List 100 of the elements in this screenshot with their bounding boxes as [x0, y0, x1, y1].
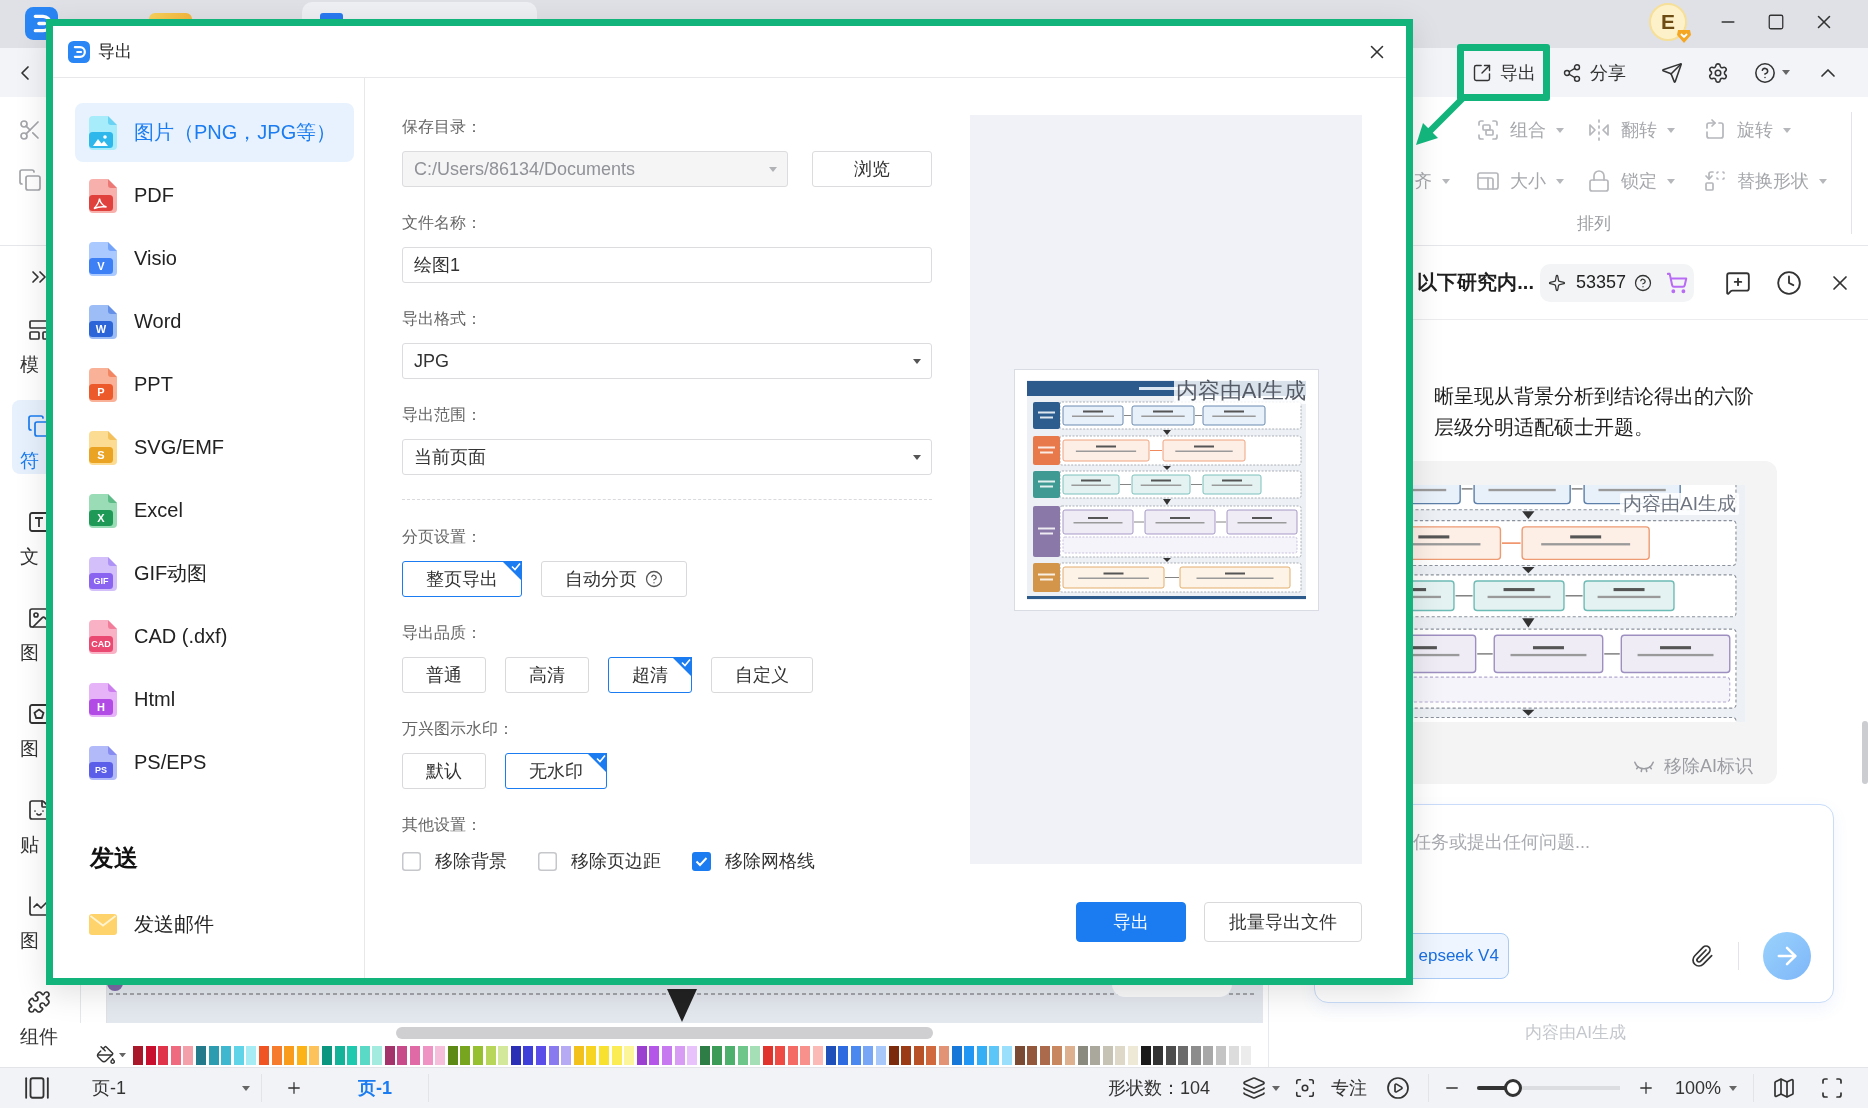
select-field[interactable]: JPG [402, 343, 932, 379]
color-swatch[interactable] [1052, 1045, 1063, 1065]
color-swatch[interactable] [1001, 1045, 1012, 1065]
color-swatch[interactable] [1203, 1045, 1214, 1065]
color-swatch[interactable] [964, 1045, 975, 1065]
color-swatch[interactable] [1102, 1045, 1113, 1065]
cart-icon[interactable] [1666, 271, 1688, 294]
document-tab[interactable] [302, 2, 537, 19]
format-item[interactable]: PDF [75, 166, 354, 225]
color-swatch[interactable] [258, 1045, 269, 1065]
prompt-field[interactable]: 任务或提出任何问题... [1413, 827, 1793, 857]
help-icon[interactable] [1634, 273, 1652, 292]
color-swatch[interactable] [183, 1045, 194, 1065]
color-swatch[interactable] [195, 1045, 206, 1065]
color-swatch[interactable] [233, 1045, 244, 1065]
format-item[interactable]: GIF GIF动图 [75, 544, 354, 603]
format-item[interactable]: CAD CAD (.dxf) [75, 607, 354, 666]
color-swatch[interactable] [1077, 1045, 1088, 1065]
help-icon[interactable] [1754, 61, 1776, 84]
color-swatch[interactable] [674, 1045, 685, 1065]
color-swatch[interactable] [158, 1045, 169, 1065]
color-swatch[interactable] [1127, 1045, 1138, 1065]
scissors-icon[interactable] [18, 118, 42, 142]
color-swatch[interactable] [510, 1045, 521, 1065]
color-swatch[interactable] [284, 1045, 295, 1065]
select-field[interactable]: 当前页面 [402, 439, 932, 475]
add-page-icon[interactable] [285, 1079, 303, 1097]
slider-thumb[interactable] [1503, 1079, 1522, 1097]
color-swatch[interactable] [586, 1045, 597, 1065]
color-swatch[interactable] [863, 1045, 874, 1065]
color-swatch[interactable] [435, 1045, 446, 1065]
color-swatch[interactable] [762, 1045, 773, 1065]
color-swatch[interactable] [939, 1045, 949, 1065]
user-avatar[interactable]: E [1649, 3, 1687, 41]
settings-icon[interactable] [1707, 61, 1729, 84]
checkbox[interactable] [692, 851, 711, 871]
color-swatch[interactable] [548, 1045, 559, 1065]
play-icon[interactable] [1385, 1076, 1410, 1100]
export-button[interactable]: 导出 [1076, 902, 1186, 942]
color-swatch[interactable] [1178, 1045, 1189, 1065]
color-swatch[interactable] [1064, 1045, 1075, 1065]
color-swatch[interactable] [1039, 1045, 1050, 1065]
checkbox[interactable] [538, 851, 557, 871]
color-swatch[interactable] [460, 1045, 471, 1065]
color-swatch[interactable] [888, 1045, 899, 1065]
color-swatch[interactable] [485, 1045, 496, 1065]
color-swatch[interactable] [246, 1045, 257, 1065]
color-swatch[interactable] [1216, 1045, 1227, 1065]
color-swatch[interactable] [536, 1045, 546, 1065]
color-swatch[interactable] [649, 1045, 660, 1065]
format-item[interactable]: V Visio [75, 229, 354, 288]
color-swatch[interactable] [1115, 1045, 1126, 1065]
option-button[interactable]: 高清 [505, 657, 589, 693]
color-swatch[interactable] [775, 1045, 786, 1065]
option-button[interactable]: 整页导出 [402, 561, 522, 597]
color-swatch[interactable] [1140, 1045, 1151, 1065]
color-swatch[interactable] [221, 1045, 232, 1065]
format-item[interactable]: PS PS/EPS [75, 733, 354, 792]
send-email-item[interactable]: 发送邮件 [75, 895, 354, 954]
triangle-arrowhead[interactable] [667, 989, 697, 1022]
color-swatch[interactable] [498, 1045, 509, 1065]
sidebar-item[interactable]: 贴 [12, 784, 66, 858]
text-field[interactable]: 绘图1 [402, 247, 932, 283]
format-item[interactable]: S SVG/EMF [75, 418, 354, 477]
color-swatch[interactable] [724, 1045, 735, 1065]
color-swatch[interactable] [321, 1045, 332, 1065]
color-swatch[interactable] [447, 1045, 458, 1065]
color-swatch[interactable] [926, 1045, 937, 1065]
color-swatch[interactable] [989, 1045, 1000, 1065]
checkbox[interactable] [402, 851, 421, 871]
page-tab[interactable]: 页-1 [343, 1072, 407, 1104]
color-swatch[interactable] [271, 1045, 282, 1065]
color-swatch[interactable] [347, 1045, 358, 1065]
color-swatch[interactable] [838, 1045, 849, 1065]
color-swatch[interactable] [1014, 1045, 1025, 1065]
color-swatch[interactable] [800, 1045, 811, 1065]
color-swatch[interactable] [561, 1045, 572, 1065]
color-swatch[interactable] [611, 1045, 622, 1065]
color-swatch[interactable] [750, 1045, 761, 1065]
fullscreen-icon[interactable] [1820, 1076, 1844, 1100]
color-swatch[interactable] [170, 1045, 181, 1065]
color-swatch[interactable] [598, 1045, 609, 1065]
map-icon[interactable] [1772, 1076, 1796, 1100]
format-item[interactable]: 图片（PNG，JPG等） [75, 103, 354, 162]
option-button[interactable]: 自动分页 [541, 561, 687, 597]
option-button[interactable]: 自定义 [711, 657, 813, 693]
color-swatch[interactable] [787, 1045, 798, 1065]
copy-icon[interactable] [18, 168, 42, 192]
color-swatch[interactable] [1165, 1045, 1176, 1065]
color-swatch[interactable] [573, 1045, 584, 1065]
color-swatch[interactable] [825, 1045, 836, 1065]
color-swatch[interactable] [523, 1045, 534, 1065]
color-swatch[interactable] [296, 1045, 307, 1065]
color-swatch[interactable] [145, 1045, 156, 1065]
format-item[interactable]: W Word [75, 292, 354, 351]
color-swatch[interactable] [976, 1045, 987, 1065]
checkbox-option[interactable]: 移除背景 [402, 849, 507, 873]
color-swatch[interactable] [309, 1045, 320, 1065]
color-swatch[interactable] [422, 1045, 433, 1065]
color-swatch[interactable] [850, 1045, 861, 1065]
